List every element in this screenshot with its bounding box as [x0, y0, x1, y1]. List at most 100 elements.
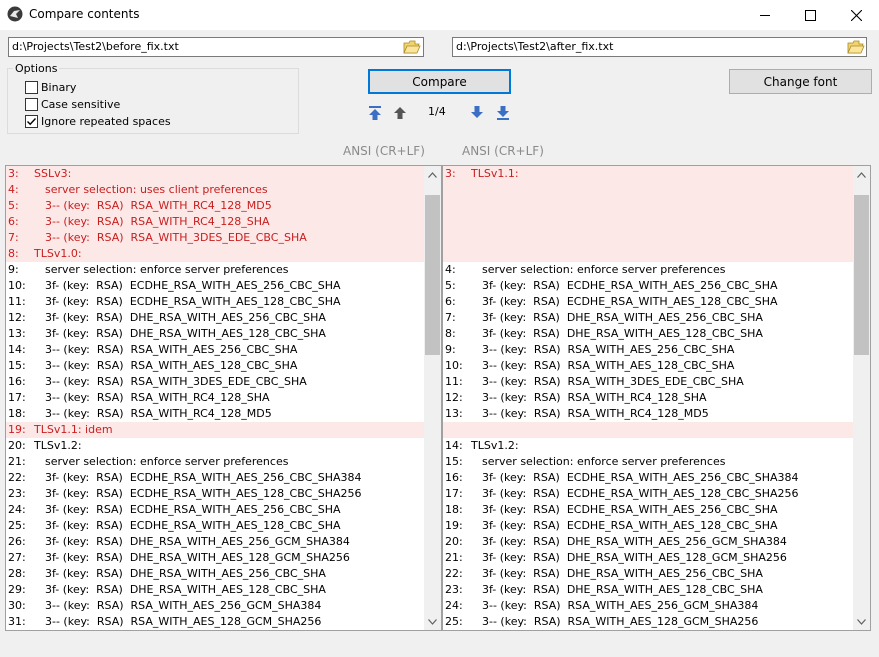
line-text: 3f- (key: RSA) DHE_RSA_WITH_AES_256_CBC_…	[482, 311, 763, 324]
line-text: 3f- (key: RSA) DHE_RSA_WITH_AES_128_GCM_…	[45, 551, 350, 564]
text-line: 17: 3f- (key: RSA) ECDHE_RSA_WITH_AES_128…	[443, 486, 853, 502]
line-number: 4:	[445, 263, 456, 276]
line-number: 16:	[8, 375, 26, 388]
line-text: 3f- (key: RSA) ECDHE_RSA_WITH_AES_256_CB…	[482, 279, 778, 292]
right-compare-pane[interactable]: 3: TLSv1.1: 4: server selection: enforce se…	[442, 165, 871, 631]
first-diff-icon	[369, 106, 381, 120]
text-line: 15: server selection: enforce server pref…	[443, 454, 853, 470]
change-font-button[interactable]: Change font	[729, 69, 872, 94]
line-text: 3-- (key: RSA) RSA_WITH_RC4_128_MD5	[482, 407, 709, 420]
maximize-button[interactable]	[787, 0, 833, 30]
text-line: 17: 3-- (key: RSA) RSA_WITH_RC4_128_SHA	[6, 390, 424, 406]
left-encoding-label: ANSI (CR+LF)	[343, 144, 425, 158]
text-line: 31: 3-- (key: RSA) RSA_WITH_AES_128_GCM_S…	[6, 614, 424, 630]
ignore-spaces-option[interactable]: Ignore repeated spaces	[25, 114, 171, 128]
line-number: 8:	[8, 247, 19, 260]
right-scroll-thumb[interactable]	[854, 195, 869, 355]
line-number: 17:	[8, 391, 26, 404]
line-text: 3f- (key: RSA) ECDHE_RSA_WITH_AES_128_CB…	[45, 487, 362, 500]
left-browse-button[interactable]	[403, 39, 421, 55]
line-text: 3f- (key: RSA) DHE_RSA_WITH_AES_256_CBC_…	[482, 567, 763, 580]
text-line: 5: 3f- (key: RSA) ECDHE_RSA_WITH_AES_256_…	[443, 278, 853, 294]
line-number: 14:	[445, 439, 463, 452]
left-scrollbar[interactable]	[424, 166, 441, 630]
line-text: 3f- (key: RSA) DHE_RSA_WITH_AES_256_CBC_…	[45, 311, 326, 324]
line-text: 3f- (key: RSA) DHE_RSA_WITH_AES_128_CBC_…	[45, 327, 326, 340]
close-button[interactable]	[833, 0, 879, 30]
ignore-spaces-checkbox[interactable]	[25, 114, 38, 128]
line-text: 3f- (key: RSA) ECDHE_RSA_WITH_AES_128_CB…	[482, 295, 778, 308]
text-line: 23: 3f- (key: RSA) DHE_RSA_WITH_AES_128_C…	[443, 582, 853, 598]
minimize-button[interactable]	[742, 0, 788, 30]
app-icon	[7, 6, 23, 22]
case-sensitive-option[interactable]: Case sensitive	[25, 97, 120, 111]
left-scroll-thumb[interactable]	[425, 195, 440, 355]
text-line: 15: 3-- (key: RSA) RSA_WITH_AES_128_CBC_S…	[6, 358, 424, 374]
diff-line: 19: TLSv1.1: idem	[6, 422, 424, 438]
prev-diff-icon	[394, 107, 406, 119]
line-text: 3-- (key: RSA) RSA_WITH_RC4_128_SHA	[45, 391, 270, 404]
binary-option[interactable]: Binary	[25, 80, 76, 94]
case-sensitive-checkbox[interactable]	[25, 97, 38, 111]
ignore-spaces-label: Ignore repeated spaces	[41, 114, 171, 128]
line-number: 16:	[445, 471, 463, 484]
line-number: 11:	[445, 375, 463, 388]
line-text: 3f- (key: RSA) ECDHE_RSA_WITH_AES_128_CB…	[482, 487, 799, 500]
line-text: server selection: uses client preference…	[45, 183, 268, 196]
text-line: 29: 3f- (key: RSA) DHE_RSA_WITH_AES_128_C…	[6, 582, 424, 598]
compare-button[interactable]: Compare	[368, 69, 511, 94]
diff-line: 6: 3-- (key: RSA) RSA_WITH_RC4_128_SHA	[6, 214, 424, 230]
text-line: 6: 3f- (key: RSA) ECDHE_RSA_WITH_AES_128_…	[443, 294, 853, 310]
first-diff-button[interactable]	[368, 105, 382, 121]
right-scrollbar[interactable]	[853, 166, 870, 630]
diff-line	[443, 422, 853, 438]
line-text: 3-- (key: RSA) RSA_WITH_3DES_EDE_CBC_SHA	[45, 375, 307, 388]
chevron-down-icon	[857, 618, 866, 625]
line-text: 3f- (key: RSA) ECDHE_RSA_WITH_AES_256_CB…	[45, 503, 341, 516]
text-line: 25: 3f- (key: RSA) ECDHE_RSA_WITH_AES_128…	[6, 518, 424, 534]
chevron-up-icon	[857, 171, 866, 178]
right-file-path-input[interactable]: d:\Projects\Test2\after_fix.txt	[452, 37, 867, 57]
right-browse-button[interactable]	[847, 39, 865, 55]
right-scroll-down-button[interactable]	[853, 613, 870, 630]
line-number: 23:	[445, 583, 463, 596]
line-number: 10:	[8, 279, 26, 292]
line-text: 3f- (key: RSA) DHE_RSA_WITH_AES_256_CBC_…	[45, 567, 326, 580]
text-line: 11: 3-- (key: RSA) RSA_WITH_3DES_EDE_CBC_…	[443, 374, 853, 390]
left-file-path-input[interactable]: d:\Projects\Test2\before_fix.txt	[8, 37, 424, 57]
left-compare-pane[interactable]: 3: SSLv3: 4: server selection: uses client …	[5, 165, 442, 631]
next-diff-icon	[471, 106, 483, 118]
line-text: 3-- (key: RSA) RSA_WITH_AES_128_CBC_SHA	[482, 359, 735, 372]
text-line: 27: 3f- (key: RSA) DHE_RSA_WITH_AES_128_G…	[6, 550, 424, 566]
last-diff-button[interactable]	[496, 105, 510, 121]
diff-line	[443, 230, 853, 246]
line-text: 3f- (key: RSA) ECDHE_RSA_WITH_AES_128_CB…	[482, 519, 778, 532]
left-scroll-up-button[interactable]	[424, 166, 441, 183]
line-text: 3f- (key: RSA) ECDHE_RSA_WITH_AES_256_CB…	[482, 503, 778, 516]
text-line: 10: 3f- (key: RSA) ECDHE_RSA_WITH_AES_256…	[6, 278, 424, 294]
next-diff-button[interactable]	[470, 105, 484, 121]
right-scroll-up-button[interactable]	[853, 166, 870, 183]
text-line: 24: 3f- (key: RSA) ECDHE_RSA_WITH_AES_256…	[6, 502, 424, 518]
line-number: 22:	[445, 567, 463, 580]
text-line: 22: 3f- (key: RSA) DHE_RSA_WITH_AES_256_C…	[443, 566, 853, 582]
options-group-label: Options	[13, 62, 60, 75]
line-number: 31:	[8, 615, 26, 628]
line-number: 19:	[445, 519, 463, 532]
line-number: 30:	[8, 599, 26, 612]
binary-checkbox[interactable]	[25, 80, 38, 94]
line-text: 3-- (key: RSA) RSA_WITH_AES_256_CBC_SHA	[482, 343, 735, 356]
left-scroll-down-button[interactable]	[424, 613, 441, 630]
line-number: 4:	[8, 183, 19, 196]
text-line: 12: 3f- (key: RSA) DHE_RSA_WITH_AES_256_C…	[6, 310, 424, 326]
line-number: 26:	[8, 535, 26, 548]
right-encoding-label: ANSI (CR+LF)	[462, 144, 544, 158]
line-number: 22:	[8, 471, 26, 484]
diff-line: 3: TLSv1.1:	[443, 166, 853, 182]
text-line: 20: 3f- (key: RSA) DHE_RSA_WITH_AES_256_G…	[443, 534, 853, 550]
line-text: 3-- (key: RSA) RSA_WITH_3DES_EDE_CBC_SHA	[482, 375, 744, 388]
diff-line	[443, 246, 853, 262]
line-number: 7:	[8, 231, 19, 244]
prev-diff-button[interactable]	[393, 105, 407, 121]
line-text: TLSv1.1:	[471, 167, 519, 180]
